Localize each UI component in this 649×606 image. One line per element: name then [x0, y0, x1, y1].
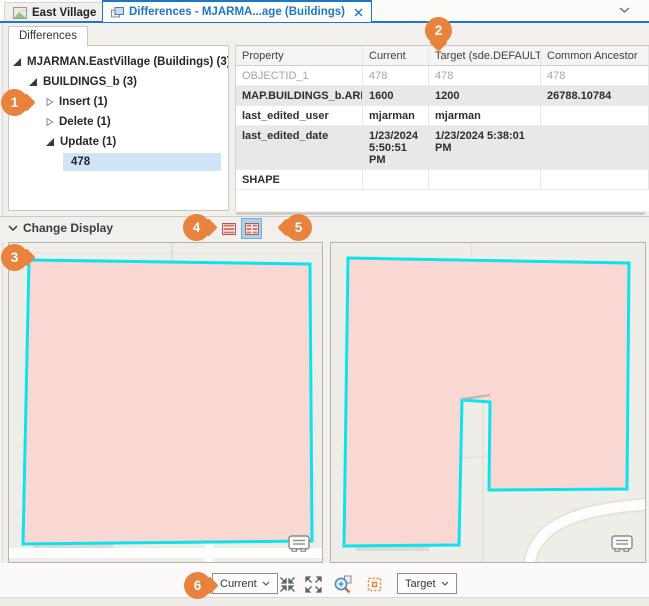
row-area-ancestor: 26788.10784 [541, 86, 649, 106]
callout-badge-6: 6 [184, 572, 211, 599]
map-current-geometry[interactable] [8, 242, 323, 563]
view-tab-bar: East Village Differences - MJARMA...age … [0, 0, 649, 22]
display-rows-toggle-button[interactable] [218, 218, 239, 239]
chevron-down-icon [262, 581, 270, 586]
tree-item-version[interactable]: MJARMAN.EastVillage (Buildings) (3) [9, 52, 228, 72]
arrows-inward-icon [279, 576, 296, 593]
row-editdate-target: 1/23/2024 5:38:01 PM [429, 126, 541, 170]
tab-east-village[interactable]: East Village [4, 2, 105, 22]
tab-label: Differences - MJARMA...age (Buildings) [129, 6, 345, 18]
status-strip [0, 597, 649, 606]
row-shape-ancestor [541, 170, 649, 190]
row-area-target: 1200 [429, 86, 541, 106]
row-edituser-property: last_edited_user [236, 106, 363, 126]
expand-extent-button[interactable] [303, 574, 323, 594]
row-shape-target [429, 170, 541, 190]
tree-item-insert[interactable]: Insert (1) [9, 92, 228, 112]
table-rows-icon [222, 223, 236, 235]
map-thumbnail-icon [13, 7, 27, 19]
current-version-dropdown[interactable]: Current [212, 573, 278, 594]
row-objectid-target: 478 [429, 66, 541, 86]
row-editdate-property: last_edited_date [236, 126, 363, 170]
chevron-down-icon[interactable] [616, 3, 632, 17]
close-icon[interactable] [354, 8, 363, 17]
row-area-property: MAP.BUILDINGS_b.AREA [236, 86, 363, 106]
row-shape-current [363, 170, 429, 190]
building-polygon-current [23, 260, 312, 544]
differences-table: Property Current Target (sde.DEFAULT) Co… [235, 45, 649, 211]
row-editdate-ancestor [541, 126, 649, 170]
change-display-header[interactable]: Change Display [8, 221, 113, 235]
col-header-ancestor[interactable]: Common Ancestor [541, 46, 649, 66]
table-side-by-side-icon [245, 223, 259, 235]
tab-differences-sub[interactable]: Differences [8, 26, 88, 46]
row-objectid-ancestor: 478 [541, 66, 649, 86]
magnifier-plus-icon [333, 575, 352, 594]
row-editdate-current: 1/23/2024 5:50:51 PM [363, 126, 429, 170]
basemap-current [9, 243, 322, 562]
differences-icon [111, 7, 124, 18]
callout-badge-3: 3 [1, 244, 28, 271]
flash-feature-button[interactable] [366, 576, 383, 593]
tree-item-delete[interactable]: Delete (1) [9, 112, 228, 132]
target-version-dropdown[interactable]: Target [397, 573, 457, 594]
tab-label: East Village [32, 7, 96, 19]
row-objectid-property: OBJECTID_1 [236, 66, 363, 86]
callout-badge-1: 1 [1, 89, 28, 116]
callout-badge-2: 2 [425, 17, 452, 44]
expanded-triangle-icon[interactable] [45, 137, 55, 147]
chevron-down-icon [441, 581, 449, 586]
col-header-current[interactable]: Current [363, 46, 429, 66]
collapsed-triangle-icon[interactable] [45, 117, 54, 127]
zoom-to-feature-button[interactable] [331, 573, 353, 595]
col-header-target[interactable]: Target (sde.DEFAULT) [429, 46, 541, 66]
callout-badge-5: 5 [285, 214, 312, 241]
map-overlay-icon[interactable] [611, 535, 633, 552]
collapsed-triangle-icon[interactable] [45, 97, 54, 107]
expanded-triangle-icon[interactable] [12, 57, 22, 67]
arrows-outward-icon [305, 576, 322, 593]
basemap-target [331, 243, 645, 562]
row-edituser-current: mjarman [363, 106, 429, 126]
row-objectid-current: 478 [363, 66, 429, 86]
expanded-triangle-icon[interactable] [28, 77, 38, 87]
tree-item-478-selected[interactable]: 478 [63, 153, 221, 171]
map-toolbar [0, 563, 649, 597]
display-side-by-side-toggle-button[interactable] [241, 218, 262, 239]
flash-icon [367, 577, 382, 592]
differences-tree: MJARMAN.EastVillage (Buildings) (3) BUIL… [8, 45, 229, 211]
row-edituser-ancestor [541, 106, 649, 126]
map-target-geometry[interactable] [330, 242, 646, 563]
chevron-down-icon [8, 225, 18, 231]
row-area-current: 1600 [363, 86, 429, 106]
row-shape-property: SHAPE [236, 170, 363, 190]
tab-differences[interactable]: Differences - MJARMA...age (Buildings) [102, 0, 372, 22]
col-header-property[interactable]: Property [236, 46, 363, 66]
contract-extent-button[interactable] [277, 574, 297, 594]
differences-pane: East Village Differences - MJARMA...age … [0, 0, 649, 606]
row-edituser-target: mjarman [429, 106, 541, 126]
tree-item-update[interactable]: Update (1) [9, 132, 228, 152]
map-overlay-icon[interactable] [288, 535, 310, 552]
callout-badge-4: 4 [183, 214, 210, 241]
tree-item-buildings[interactable]: BUILDINGS_b (3) [9, 72, 228, 92]
